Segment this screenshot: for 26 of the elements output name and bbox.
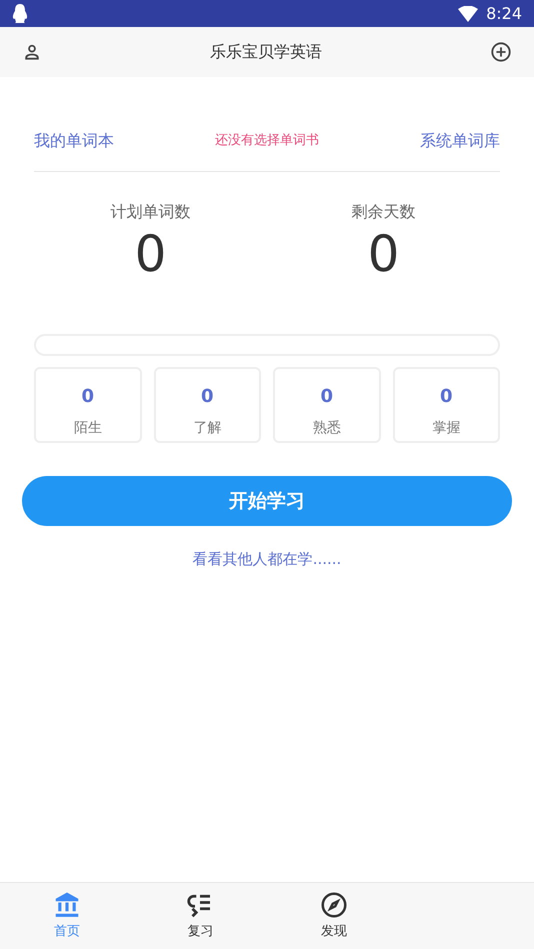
start-learning-button[interactable]: 开始学习 <box>22 476 512 526</box>
my-wordbook-link[interactable]: 我的单词本 <box>34 129 114 153</box>
penguin-icon <box>12 4 28 24</box>
level-label: 陌生 <box>74 419 102 438</box>
stat-label: 剩余天数 <box>352 201 416 223</box>
level-label: 熟悉 <box>312 419 341 438</box>
system-wordbank-link[interactable]: 系统单词库 <box>420 129 500 153</box>
stat-value: 0 <box>368 224 400 284</box>
app-title: 乐乐宝贝学英语 <box>210 41 322 63</box>
level-label: 掌握 <box>432 419 460 438</box>
compass-icon <box>318 890 349 920</box>
nav-tab[interactable]: 复习 <box>134 883 267 949</box>
no-book-notice: 还没有选择单词书 <box>215 132 319 150</box>
nav-tab[interactable]: 发现 <box>267 883 400 949</box>
others-learning-link[interactable]: 看看其他人都在学...... <box>192 548 342 570</box>
nav-tab[interactable]: 首页 <box>0 883 134 949</box>
level-count: 0 <box>320 385 334 409</box>
stat-value: 0 <box>134 224 166 284</box>
clock-time: 8:24 <box>486 2 522 24</box>
stat-label: 计划单词数 <box>110 201 190 223</box>
level-label: 了解 <box>193 419 222 438</box>
level-count: 0 <box>200 385 214 409</box>
level-count: 0 <box>81 385 94 409</box>
level-count: 0 <box>440 385 453 409</box>
add-icon[interactable] <box>490 41 512 63</box>
wifi-icon <box>458 6 478 22</box>
